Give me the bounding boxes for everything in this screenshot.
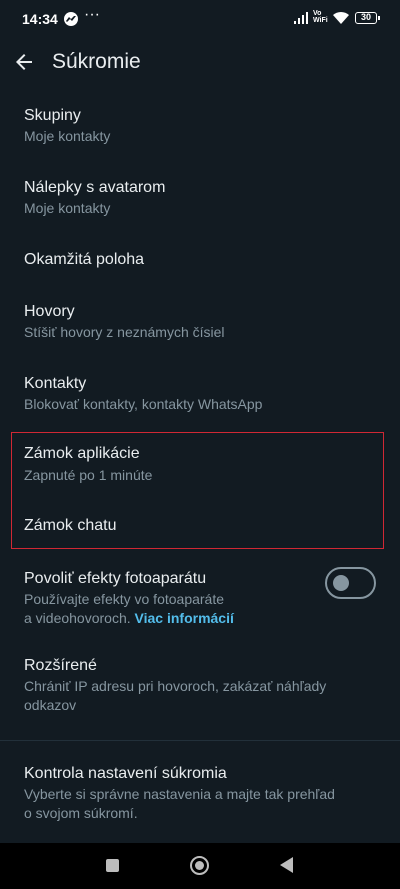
- divider: [0, 740, 400, 741]
- setting-subtitle-line2: a videohovoroch.: [24, 610, 131, 626]
- app-bar: Súkromie: [0, 38, 400, 86]
- setting-title: Kontakty: [24, 375, 87, 392]
- setting-subtitle-line1: Používajte efekty vo fotoaparáte: [24, 591, 225, 607]
- setting-privacy-checkup[interactable]: Kontrola nastavení súkromia Vyberte si s…: [0, 758, 400, 828]
- recents-icon[interactable]: [106, 859, 119, 872]
- vowifi-icon: Vo WiFi: [313, 10, 333, 24]
- setting-contacts[interactable]: Kontakty Blokovať kontakty, kontakty Wha…: [0, 368, 400, 428]
- setting-title: Povoliť efekty fotoaparátu: [24, 570, 207, 587]
- setting-chat-lock[interactable]: Zámok chatu: [0, 510, 400, 546]
- setting-subtitle: Vyberte si správne nastavenia a majte ta…: [24, 785, 335, 823]
- setting-title: Nálepky s avatarom: [24, 179, 166, 196]
- setting-advanced[interactable]: Rozšírené Chrániť IP adresu pri hovoroch…: [0, 650, 400, 720]
- setting-title: Okamžitá poloha: [24, 251, 145, 268]
- setting-subtitle-line2: o svojom súkromí.: [24, 805, 138, 821]
- setting-calls[interactable]: Hovory Stíšiť hovory z neznámych čísiel: [0, 296, 400, 356]
- setting-title: Zámok aplikácie: [24, 445, 140, 462]
- setting-title: Kontrola nastavení súkromia: [24, 765, 227, 782]
- camera-effects-toggle[interactable]: [325, 567, 376, 599]
- toggle-knob: [333, 575, 349, 591]
- signal-icon: [294, 12, 310, 24]
- setting-subtitle: Moje kontakty: [24, 200, 111, 216]
- setting-title: Hovory: [24, 303, 75, 320]
- setting-live-location[interactable]: Okamžitá poloha: [0, 244, 400, 292]
- setting-subtitle: Chrániť IP adresu pri hovoroch, zakázať …: [24, 677, 326, 715]
- vowifi-bottom: WiFi: [313, 17, 328, 24]
- vowifi-top: Vo: [313, 10, 322, 17]
- status-bar: 14:34 ··· Vo WiFi 30: [0, 0, 400, 38]
- setting-title: Zámok chatu: [24, 517, 117, 534]
- setting-subtitle-line1: Chrániť IP adresu pri hovoroch, zakázať …: [24, 678, 327, 694]
- setting-subtitle: Blokovať kontakty, kontakty WhatsApp: [24, 396, 263, 412]
- learn-more-link[interactable]: Viac informácií: [135, 610, 234, 626]
- setting-title: Rozšírené: [24, 657, 97, 674]
- setting-subtitle: Stíšiť hovory z neznámych čísiel: [24, 324, 225, 340]
- wifi-icon: [333, 11, 349, 24]
- setting-app-lock[interactable]: Zámok aplikácie Zapnuté po 1 minúte: [0, 438, 400, 498]
- setting-subtitle-line1: Vyberte si správne nastavenia a majte ta…: [24, 786, 335, 802]
- setting-subtitle: Zapnuté po 1 minúte: [24, 467, 153, 483]
- system-nav-bar: [0, 843, 400, 889]
- setting-groups[interactable]: Skupiny Moje kontakty: [0, 100, 400, 160]
- battery-icon: 30: [355, 12, 380, 24]
- messenger-icon: [64, 12, 78, 26]
- nav-back-icon[interactable]: [280, 857, 293, 873]
- setting-avatar-stickers[interactable]: Nálepky s avatarom Moje kontakty: [0, 172, 400, 232]
- setting-subtitle-line2: odkazov: [24, 697, 77, 713]
- page-title: Súkromie: [52, 50, 141, 73]
- setting-subtitle: Používajte efekty vo fotoaparáte a video…: [24, 590, 234, 628]
- home-icon[interactable]: [190, 856, 209, 875]
- back-arrow-icon[interactable]: [12, 50, 36, 74]
- setting-subtitle: Moje kontakty: [24, 128, 111, 144]
- setting-title: Skupiny: [24, 107, 81, 124]
- status-time: 14:34: [22, 11, 58, 27]
- more-notifications-icon: ···: [84, 6, 100, 23]
